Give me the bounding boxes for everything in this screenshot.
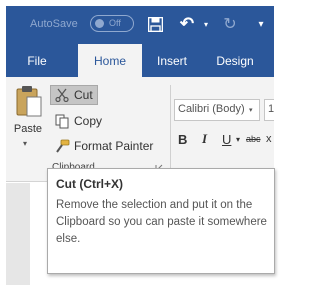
scissors-icon [53,87,71,103]
underline-dropdown-icon[interactable]: ▾ [236,130,240,148]
toggle-knob [95,19,104,28]
copy-icon [53,113,71,129]
undo-icon[interactable]: ↶ [176,14,198,34]
tab-home[interactable]: Home [78,44,142,77]
subscript-button[interactable]: x [266,130,272,148]
clipboard-icon [16,86,42,117]
tooltip-title: Cut (Ctrl+X) [56,177,123,191]
underline-button[interactable]: U [222,130,231,148]
tooltip-description: Remove the selection and put it on the C… [56,199,267,245]
copy-button[interactable]: Copy [50,111,102,131]
autosave-label: AutoSave [30,18,78,30]
save-icon[interactable] [147,14,163,34]
format-painter-button[interactable]: Format Painter [50,136,153,156]
autosave-toggle[interactable]: Off [90,15,134,32]
cut-tooltip: Cut (Ctrl+X) Remove the selection and pu… [47,168,275,274]
italic-button[interactable]: I [202,130,207,148]
customize-qat-icon[interactable]: ▾ [255,14,267,34]
font-dropdown-icon[interactable]: ▾ [249,106,253,114]
copy-label: Copy [74,114,103,128]
undo-dropdown-icon[interactable]: ▾ [202,14,210,34]
autosave-state: Off [109,18,121,28]
strikethrough-button[interactable]: abc [246,130,261,148]
group-divider [170,85,171,173]
bold-button[interactable]: B [178,130,187,148]
font-size-box[interactable]: 11 [264,99,274,121]
tab-insert[interactable]: Insert [144,44,200,77]
paste-label: Paste [13,123,43,135]
format-painter-label: Format Painter [74,139,154,153]
title-bar: AutoSave Off ↶ ▾ ↻ ▾ [6,6,274,44]
paste-button[interactable]: Paste ▾ [8,83,48,167]
paste-dropdown-icon[interactable]: ▾ [23,139,27,148]
tab-design[interactable]: Design [206,44,264,77]
tab-file[interactable]: File [16,44,58,77]
cut-button[interactable]: Cut [50,85,98,105]
paintbrush-icon [53,138,71,154]
ribbon: Paste ▾ Cut Copy Format Painter Calibri … [6,77,274,182]
cut-label: Cut [74,88,93,102]
redo-icon[interactable]: ↻ [220,14,240,34]
font-name-box[interactable]: Calibri (Body) [174,99,260,121]
ribbon-tabs: File Home Insert Design [6,44,274,77]
